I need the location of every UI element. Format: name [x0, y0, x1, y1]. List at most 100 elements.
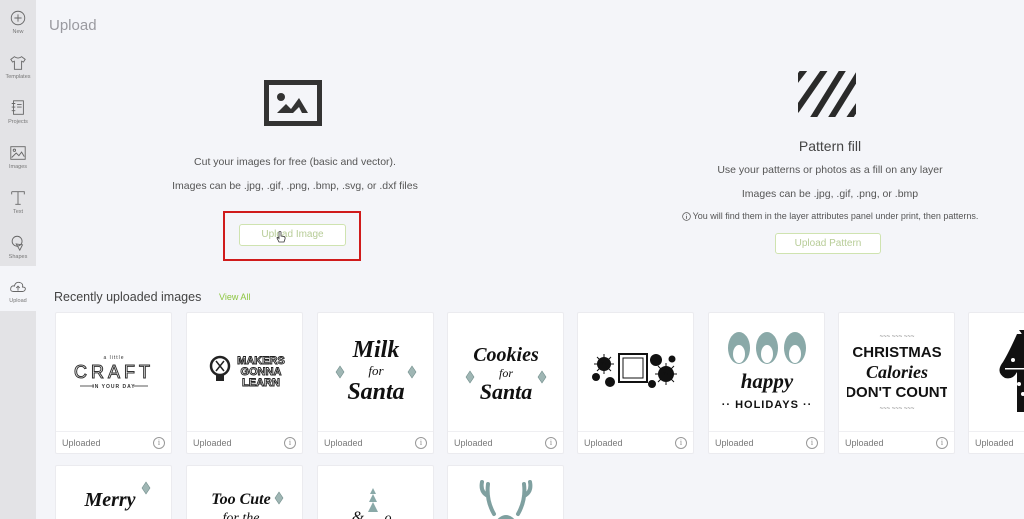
image-status: Uploaded [845, 438, 884, 448]
cloud-upload-icon [10, 281, 26, 292]
image-thumbnail: a little CRAFT IN YOUR DAY [56, 313, 171, 431]
image-card[interactable]: MAKERS GONNA LEARN Uploaded i [186, 312, 303, 454]
image-thumbnail [448, 466, 563, 519]
svg-text:Milk: Milk [351, 337, 399, 363]
image-thumbnail: Cookies for Santa [448, 313, 563, 431]
sidebar-item-label: Templates [5, 74, 31, 80]
info-icon[interactable]: i [284, 437, 296, 449]
sidebar-item-projects[interactable]: Projects [0, 93, 36, 138]
svg-text:&: & [351, 509, 364, 519]
svg-text:~~~ ~~~ ~~~: ~~~ ~~~ ~~~ [879, 334, 914, 340]
svg-text:o: o [384, 511, 391, 519]
stripes-pattern-icon [798, 71, 856, 117]
svg-text:a little: a little [103, 355, 124, 361]
info-icon[interactable]: i [545, 437, 557, 449]
image-card[interactable]: a little CRAFT IN YOUR DAY Uploaded i [55, 312, 172, 454]
plus-circle-icon [10, 10, 26, 26]
svg-text:Santa: Santa [347, 379, 404, 405]
image-card[interactable]: ~~~ ~~~ ~~~ CHRISTMAS Calories DON'T COU… [838, 312, 955, 454]
image-card-footer: Uploaded i [318, 431, 433, 454]
image-card-footer: Uploaded i [187, 431, 302, 454]
info-icon[interactable]: i [936, 437, 948, 449]
pattern-fill-description: Use your patterns or photos as a fill on… [717, 164, 943, 176]
image-card[interactable]: & o [317, 465, 434, 519]
sidebar-item-label: New [12, 29, 24, 35]
sidebar-item-shapes[interactable]: Shapes [0, 228, 36, 273]
tshirt-icon [10, 56, 26, 70]
info-icon[interactable]: i [153, 437, 165, 449]
page-title: Upload [49, 17, 97, 34]
hand-cursor-icon [276, 231, 286, 243]
upload-image-formats: Images can be .jpg, .gif, .png, .bmp, .s… [172, 180, 418, 192]
sidebar-item-templates[interactable]: Templates [0, 48, 36, 93]
image-card[interactable]: Uploaded i [577, 312, 694, 454]
svg-text:CHRISTMAS: CHRISTMAS [852, 344, 941, 361]
image-status: Uploaded [715, 438, 754, 448]
image-card[interactable]: Too Cute for the [186, 465, 303, 519]
sidebar-item-label: Upload [9, 298, 27, 304]
sidebar-item-label: Projects [8, 119, 28, 125]
image-card-footer: Uploaded [969, 431, 1024, 454]
image-card-footer: Uploaded i [56, 431, 171, 454]
image-card-footer: Uploaded i [448, 431, 563, 454]
image-card-footer: Uploaded i [578, 431, 693, 454]
image-card[interactable]: happy ·· HOLIDAYS ·· Uploaded i [708, 312, 825, 454]
svg-text:DON'T COUNT: DON'T COUNT [847, 384, 947, 401]
svg-text:IN YOUR DAY: IN YOUR DAY [92, 384, 135, 390]
info-icon [681, 211, 691, 221]
image-thumbnail: MAKERS GONNA LEARN [187, 313, 302, 431]
svg-text:Calories: Calories [865, 362, 927, 382]
sidebar-item-label: Shapes [8, 254, 28, 260]
sidebar-item-images[interactable]: Images [0, 138, 36, 183]
svg-text:Merry: Merry [83, 489, 135, 511]
pattern-fill-note: You will find them in the layer attribut… [660, 211, 1000, 221]
image-status: Uploaded [324, 438, 363, 448]
svg-text:Santa: Santa [479, 379, 532, 404]
image-icon [264, 80, 322, 126]
info-icon[interactable]: i [415, 437, 427, 449]
image-thumbnail: happy ·· HOLIDAYS ·· [709, 313, 824, 431]
sidebar-item-upload[interactable]: Upload [0, 272, 36, 317]
image-card-footer: Uploaded i [709, 431, 824, 454]
image-card[interactable]: Uploaded [968, 312, 1024, 454]
info-icon[interactable]: i [806, 437, 818, 449]
pattern-fill-formats: Images can be .jpg, .gif, .png, or .bmp [741, 188, 919, 200]
image-status: Uploaded [454, 438, 493, 448]
sidebar-item-label: Text [12, 209, 24, 215]
image-thumbnail: Milk for Santa [318, 313, 433, 431]
image-thumbnail [969, 313, 1024, 431]
image-status: Uploaded [975, 438, 1014, 448]
shapes-icon [11, 235, 24, 252]
svg-text:Too Cute: Too Cute [211, 491, 270, 508]
sidebar: New Templates Projects Images Text Shape… [0, 0, 36, 519]
svg-text:for the: for the [222, 511, 259, 519]
sidebar-item-text[interactable]: Text [0, 183, 36, 228]
image-card[interactable] [447, 465, 564, 519]
image-card[interactable]: Merry [55, 465, 172, 519]
image-thumbnail [578, 313, 693, 431]
pattern-fill-note-text: You will find them in the layer attribut… [692, 211, 979, 221]
svg-text:LEARN: LEARN [242, 377, 280, 389]
svg-text:for: for [498, 366, 512, 380]
sidebar-item-label: Images [8, 164, 28, 170]
svg-text:happy: happy [740, 369, 793, 393]
svg-text:for: for [368, 363, 384, 378]
image-card[interactable]: Milk for Santa Uploaded i [317, 312, 434, 454]
upload-pattern-button[interactable]: Upload Pattern [775, 233, 881, 254]
upload-image-button[interactable]: Upload Image [239, 224, 346, 246]
image-icon [10, 146, 26, 160]
svg-text:Cookies: Cookies [473, 344, 539, 366]
notebook-icon [11, 100, 24, 115]
info-icon[interactable]: i [675, 437, 687, 449]
sidebar-item-new[interactable]: New [0, 3, 36, 48]
image-card-footer: Uploaded i [839, 431, 954, 454]
svg-text:~~~ ~~~ ~~~: ~~~ ~~~ ~~~ [879, 406, 914, 412]
pattern-fill-title: Pattern fill [798, 138, 862, 154]
svg-text:·· HOLIDAYS ··: ·· HOLIDAYS ·· [721, 399, 812, 411]
image-thumbnail: ~~~ ~~~ ~~~ CHRISTMAS Calories DON'T COU… [839, 313, 954, 431]
image-card[interactable]: Cookies for Santa Uploaded i [447, 312, 564, 454]
text-t-icon [11, 191, 25, 205]
view-all-link[interactable]: View All [219, 292, 250, 302]
image-thumbnail: & o [318, 466, 433, 519]
image-thumbnail: Merry [56, 466, 171, 519]
